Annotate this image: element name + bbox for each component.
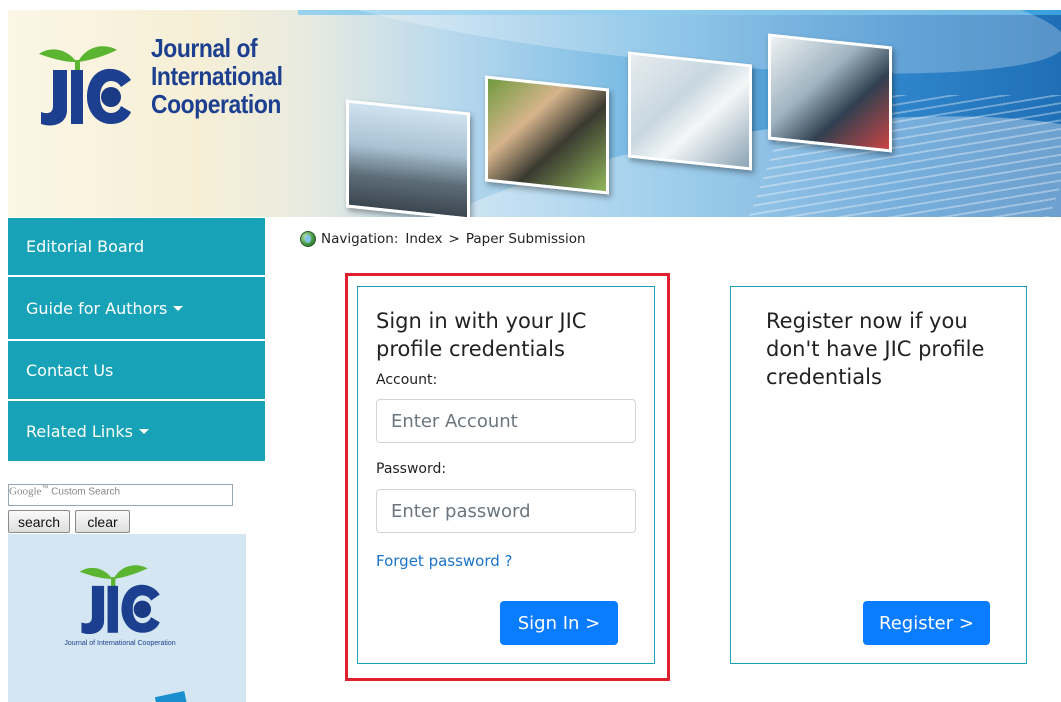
caret-down-icon	[138, 428, 149, 434]
journal-title[interactable]: Journal of International Cooperation	[151, 34, 331, 118]
sidebar-item-label: Related Links	[26, 421, 133, 441]
search-placeholder-brand: Google	[9, 485, 42, 498]
researchers-photo	[485, 75, 609, 195]
sidebar-item-label: Editorial Board	[26, 237, 145, 256]
search-placeholder-suffix: Custom Search	[51, 486, 121, 498]
factory-photo	[346, 99, 470, 217]
sidebar-item-label: Guide for Authors	[26, 298, 168, 318]
jic-logo[interactable]	[33, 38, 133, 130]
password-placeholder: Enter password	[391, 500, 531, 522]
breadcrumb-item-index[interactable]: Index	[405, 231, 442, 247]
signin-panel: Sign in with your JIC profile credential…	[357, 286, 655, 664]
search-button[interactable]: search	[8, 510, 70, 533]
sidebar-item-contact-us[interactable]: Contact Us	[8, 341, 265, 401]
search-input[interactable]: Google™ Custom Search	[8, 484, 233, 506]
journal-title-line: Journal of	[151, 33, 258, 63]
laboratory-photo	[628, 51, 752, 171]
account-placeholder: Enter Account	[391, 410, 518, 432]
register-button[interactable]: Register >	[863, 601, 990, 645]
arrow-decoration	[154, 691, 188, 702]
journal-title-line: Cooperation	[151, 89, 281, 119]
header-banner: Journal of International Cooperation	[8, 10, 1061, 217]
password-input[interactable]: Enter password	[376, 489, 636, 533]
breadcrumb-separator: >	[448, 231, 460, 247]
password-label: Password:	[376, 461, 447, 477]
sidebar-item-editorial-board[interactable]: Editorial Board	[8, 218, 265, 277]
signin-button[interactable]: Sign In >	[500, 601, 618, 645]
clear-button[interactable]: clear	[75, 510, 130, 533]
computer-lab-photo	[768, 33, 892, 153]
jic-logo	[79, 565, 160, 635]
side-logo-panel[interactable]: Journal of International Cooperation	[8, 534, 246, 702]
breadcrumb-prefix: Navigation:	[321, 231, 399, 247]
forget-password-link[interactable]: Forget password ?	[376, 552, 513, 570]
register-panel: Register now if you don't have JIC profi…	[730, 286, 1027, 664]
breadcrumb-item-paper-submission: Paper Submission	[465, 231, 586, 247]
side-logo-caption: Journal of International Cooperation	[64, 640, 176, 647]
sidebar-nav: Editorial Board Guide for Authors Contac…	[8, 218, 265, 463]
sidebar-item-guide-for-authors[interactable]: Guide for Authors	[8, 277, 265, 341]
journal-title-line: International	[151, 61, 283, 91]
sidebar-item-label: Contact Us	[26, 360, 114, 380]
account-input[interactable]: Enter Account	[376, 399, 636, 443]
breadcrumb: Navigation: Index > Paper Submission	[300, 231, 586, 247]
globe-icon	[300, 231, 316, 247]
register-heading: Register now if you don't have JIC profi…	[766, 309, 985, 389]
account-label: Account:	[376, 372, 438, 388]
sidebar-item-related-links[interactable]: Related Links	[8, 401, 265, 463]
caret-down-icon	[173, 305, 184, 311]
signin-heading: Sign in with your JIC profile credential…	[376, 309, 587, 361]
